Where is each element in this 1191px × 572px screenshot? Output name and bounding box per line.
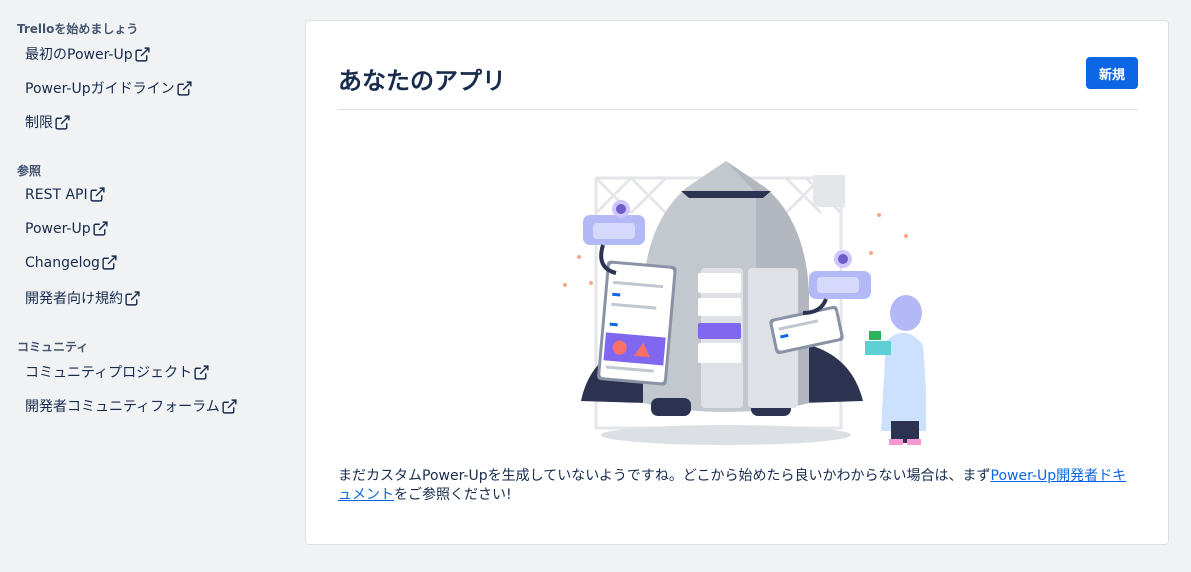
nav-item-label: 最初のPower-Up bbox=[25, 47, 133, 63]
nav-item-community-projects[interactable]: コミュニティプロジェクト bbox=[25, 362, 210, 382]
nav-item-developer-terms[interactable]: 開発者向け規約 bbox=[25, 288, 141, 308]
section-title-reference: 参照 bbox=[17, 164, 42, 178]
divider bbox=[338, 109, 1138, 110]
nav-item-label: 開発者向け規約 bbox=[25, 291, 123, 307]
nav-item-rest-api[interactable]: REST API bbox=[25, 186, 106, 203]
nav-item-power-up-guidelines[interactable]: Power-Upガイドライン bbox=[25, 78, 193, 98]
nav-item-label: Power-Upガイドライン bbox=[25, 81, 175, 97]
section-title-community: コミュニティ bbox=[17, 340, 89, 354]
nav-item-limits[interactable]: 制限 bbox=[25, 112, 71, 132]
external-link-icon bbox=[102, 255, 117, 270]
empty-state-text-end: をご参照ください! bbox=[394, 487, 512, 503]
nav-item-label: Changelog bbox=[25, 254, 100, 271]
external-link-icon bbox=[90, 187, 105, 202]
empty-state-message: まだカスタムPower-Upを生成していないようですね。どこから始めたら良いかわ… bbox=[338, 467, 1138, 505]
nav-item-label: 開発者コミュニティフォーラム bbox=[25, 399, 220, 415]
external-link-icon bbox=[177, 80, 192, 96]
empty-state-text: まだカスタムPower-Upを生成していないようですね。どこから始めたら良いかわ… bbox=[338, 468, 991, 484]
empty-state-illustration bbox=[563, 161, 926, 445]
external-link-icon bbox=[135, 46, 150, 62]
nav-item-label: 制限 bbox=[25, 115, 53, 131]
external-link-icon bbox=[55, 114, 70, 130]
nav-item-changelog[interactable]: Changelog bbox=[25, 254, 118, 271]
nav-item-label: コミュニティプロジェクト bbox=[25, 365, 193, 381]
new-app-button[interactable]: 新規 bbox=[1086, 57, 1138, 89]
nav-item-power-up[interactable]: Power-Up bbox=[25, 220, 109, 237]
external-link-icon bbox=[125, 290, 140, 306]
section-title-getting-started: Trelloを始めましょう bbox=[17, 22, 139, 36]
nav-item-label: REST API bbox=[25, 186, 88, 203]
apps-panel: あなたのアプリ 新規 まだカスタムPower-Upを生成していないようですね。ど… bbox=[305, 20, 1169, 545]
page-title: あなたのアプリ bbox=[338, 67, 506, 95]
external-link-icon bbox=[222, 398, 237, 414]
nav-item-first-power-up[interactable]: 最初のPower-Up bbox=[25, 44, 151, 64]
external-link-icon bbox=[194, 364, 209, 380]
nav-item-label: Power-Up bbox=[25, 220, 91, 237]
nav-item-developer-forum[interactable]: 開発者コミュニティフォーラム bbox=[25, 396, 238, 416]
external-link-icon bbox=[93, 221, 108, 236]
